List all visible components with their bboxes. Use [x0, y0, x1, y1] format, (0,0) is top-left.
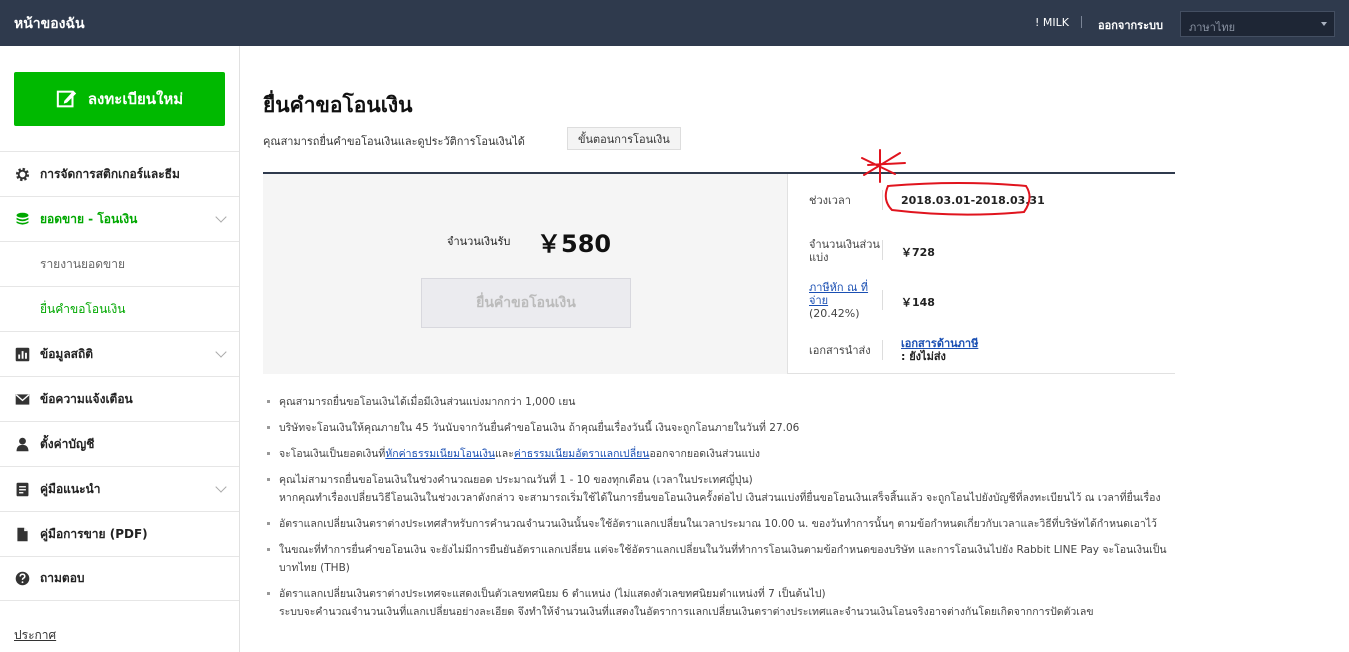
list-item: จะโอนเงินเป็นยอดเงินที่หักค่าธรรมเนียมโอ…	[267, 445, 1167, 463]
header-divider	[1081, 16, 1082, 28]
share-value: ￥728	[901, 246, 935, 259]
period-value: 2018.03.01-2018.03.31	[901, 194, 1045, 207]
exchange-fee-link[interactable]: ค่าธรรมเนียมอัตราแลกเปลี่ยน	[514, 448, 650, 460]
details-panel: ช่วงเวลา 2018.03.01-2018.03.31 จำนวนเงิน…	[789, 174, 1175, 374]
sidebar-item-faq[interactable]: ถามตอบ	[0, 556, 239, 601]
withdraw-request-button[interactable]: ยื่นคำขอโอนเงิน	[421, 278, 631, 328]
sidebar-item-account-settings[interactable]: ตั้งค่าบัญชี	[0, 421, 239, 466]
list-item: อัตราแลกเปลี่ยนเงินตราต่างประเทศจะแสดงเป…	[267, 585, 1167, 621]
amount-label: จำนวนเงินรับ	[447, 235, 511, 248]
caret-down-icon	[1321, 22, 1327, 26]
documents-label: เอกสารนำส่ง	[809, 344, 871, 357]
sidebar-item-statistics[interactable]: ข้อมูลสถิติ	[0, 331, 239, 376]
sidebar-item-sales-transfer[interactable]: ยอดขาย - โอนเงิน	[0, 196, 239, 241]
note-text: และ	[495, 448, 514, 460]
note-text: ในขณะที่ทำการยื่นคำขอโอนเงิน จะยังไม่มีก…	[279, 544, 1167, 574]
note-text: คุณไม่สามารถยื่นขอโอนเงินในช่วงคำนวณยอด …	[279, 474, 753, 486]
transfer-summary: จำนวนเงินรับ ￥580 ยื่นคำขอโอนเงิน ช่วงเว…	[263, 172, 1175, 374]
row-divider	[882, 190, 883, 210]
documents-value: เอกสารด้านภาษี : ยังไม่ส่ง	[901, 337, 978, 363]
sidebar-item-label: ยอดขาย - โอนเงิน	[40, 211, 138, 226]
brand-link[interactable]: หน้าของฉัน	[14, 13, 85, 35]
note-text: จะโอนเงินเป็นยอดเงินที่	[279, 448, 386, 460]
row-divider	[882, 340, 883, 360]
tax-rate: (20.42%)	[809, 307, 860, 320]
logout-link[interactable]: ออกจากระบบ	[1098, 16, 1163, 34]
sidebar-item-label: ถามตอบ	[40, 571, 85, 585]
page-description: คุณสามารถยื่นคำขอโอนเงินและดูประวัติการโ…	[263, 135, 525, 148]
tax-value: ￥148	[901, 296, 935, 309]
language-select-value: ภาษาไทย	[1189, 21, 1236, 34]
chevron-down-icon	[215, 211, 227, 223]
transfer-steps-button[interactable]: ขั้นตอนการโอนเงิน	[567, 127, 681, 150]
sidebar-nav: การจัดการสติกเกอร์และธีม ยอดขาย - โอนเงิ…	[0, 151, 239, 601]
transfer-fee-link[interactable]: หักค่าธรรมเนียมโอนเงิน	[385, 448, 495, 460]
chevron-down-icon	[215, 346, 227, 358]
register-new-button[interactable]: ลงทะเบียนใหม่	[14, 72, 225, 126]
gear-icon	[14, 166, 31, 183]
person-icon	[14, 436, 31, 453]
row-divider	[882, 290, 883, 310]
sidebar-item-label: ยื่นคำขอโอนเงิน	[40, 301, 126, 316]
document-icon	[14, 481, 31, 498]
amount-panel: จำนวนเงินรับ ￥580 ยื่นคำขอโอนเงิน	[263, 174, 788, 374]
note-text: อัตราแลกเปลี่ยนเงินตราต่างประเทศสำหรับกา…	[279, 518, 1157, 530]
sidebar-item-label: ข้อมูลสถิติ	[40, 346, 94, 361]
list-item: คุณสามารถยื่นขอโอนเงินได้เมื่อมีเงินส่วน…	[267, 393, 1167, 411]
tax-label-link[interactable]: ภาษีหัก ณ ที่จ่าย	[809, 281, 881, 307]
sidebar-item-sales-report[interactable]: รายงานยอดขาย	[0, 241, 239, 286]
register-new-label: ลงทะเบียนใหม่	[87, 90, 184, 108]
announcement-link[interactable]: ประกาศ	[14, 626, 56, 645]
coins-icon	[14, 211, 31, 228]
language-select[interactable]: ภาษาไทย	[1180, 11, 1335, 37]
list-item: ในขณะที่ทำการยื่นคำขอโอนเงิน จะยังไม่มีก…	[267, 541, 1167, 577]
bar-chart-icon	[14, 346, 31, 363]
question-icon	[14, 570, 31, 587]
list-item: บริษัทจะโอนเงินให้คุณภายใน 45 วันนับจากว…	[267, 419, 1167, 437]
tax-label-group: ภาษีหัก ณ ที่จ่าย (20.42%)	[809, 281, 881, 320]
note-text: ระบบจะคำนวณจำนวนเงินที่แลกเปลี่ยนอย่างละ…	[279, 606, 1094, 618]
file-icon	[14, 526, 31, 543]
share-label: จำนวนเงินส่วนแบ่ง	[809, 238, 880, 264]
notes-list: คุณสามารถยื่นขอโอนเงินได้เมื่อมีเงินส่วน…	[267, 393, 1167, 629]
sidebar-item-label: การจัดการสติกเกอร์และธีม	[40, 166, 180, 181]
row-divider	[882, 240, 883, 260]
user-name[interactable]: ! MILK	[1035, 16, 1069, 29]
note-text: ออกจากยอดเงินส่วนแบ่ง	[649, 448, 761, 460]
page-title: ยื่นคำขอโอนเงิน	[263, 93, 413, 117]
note-text: อัตราแลกเปลี่ยนเงินตราต่างประเทศจะแสดงเป…	[279, 588, 826, 600]
envelope-icon	[14, 391, 31, 408]
sidebar: ลงทะเบียนใหม่ การจัดการสติกเกอร์และธีม ย…	[0, 46, 240, 652]
sidebar-item-guide[interactable]: คู่มือแนะนำ	[0, 466, 239, 511]
sidebar-item-label: ตั้งค่าบัญชี	[40, 436, 95, 451]
amount-value: ￥580	[537, 230, 612, 258]
note-text: หากคุณทำเรื่องเปลี่ยนวิธีโอนเงินในช่วงเว…	[279, 492, 1161, 504]
sidebar-item-sticker-theme[interactable]: การจัดการสติกเกอร์และธีม	[0, 151, 239, 196]
tax-documents-link[interactable]: เอกสารด้านภาษี	[901, 337, 978, 350]
documents-status: : ยังไม่ส่ง	[901, 350, 946, 363]
note-text: บริษัทจะโอนเงินให้คุณภายใน 45 วันนับจากว…	[279, 422, 800, 434]
sidebar-item-label: ข้อความแจ้งเตือน	[40, 391, 133, 406]
note-text: คุณสามารถยื่นขอโอนเงินได้เมื่อมีเงินส่วน…	[279, 396, 576, 408]
sidebar-item-sales-manual[interactable]: คู่มือการขาย (PDF)	[0, 511, 239, 556]
edit-icon	[56, 90, 77, 108]
sidebar-item-label: คู่มือแนะนำ	[40, 481, 101, 496]
chevron-down-icon	[215, 481, 227, 493]
top-header: หน้าของฉัน ! MILK ออกจากระบบ ภาษาไทย	[0, 0, 1349, 46]
sidebar-item-withdraw-request[interactable]: ยื่นคำขอโอนเงิน	[0, 286, 239, 331]
period-label: ช่วงเวลา	[809, 194, 851, 207]
sidebar-item-notifications[interactable]: ข้อความแจ้งเตือน	[0, 376, 239, 421]
list-item: คุณไม่สามารถยื่นขอโอนเงินในช่วงคำนวณยอด …	[267, 471, 1167, 507]
sidebar-item-label: รายงานยอดขาย	[40, 256, 126, 271]
sidebar-item-label: คู่มือการขาย (PDF)	[40, 526, 148, 541]
list-item: อัตราแลกเปลี่ยนเงินตราต่างประเทศสำหรับกา…	[267, 515, 1167, 533]
